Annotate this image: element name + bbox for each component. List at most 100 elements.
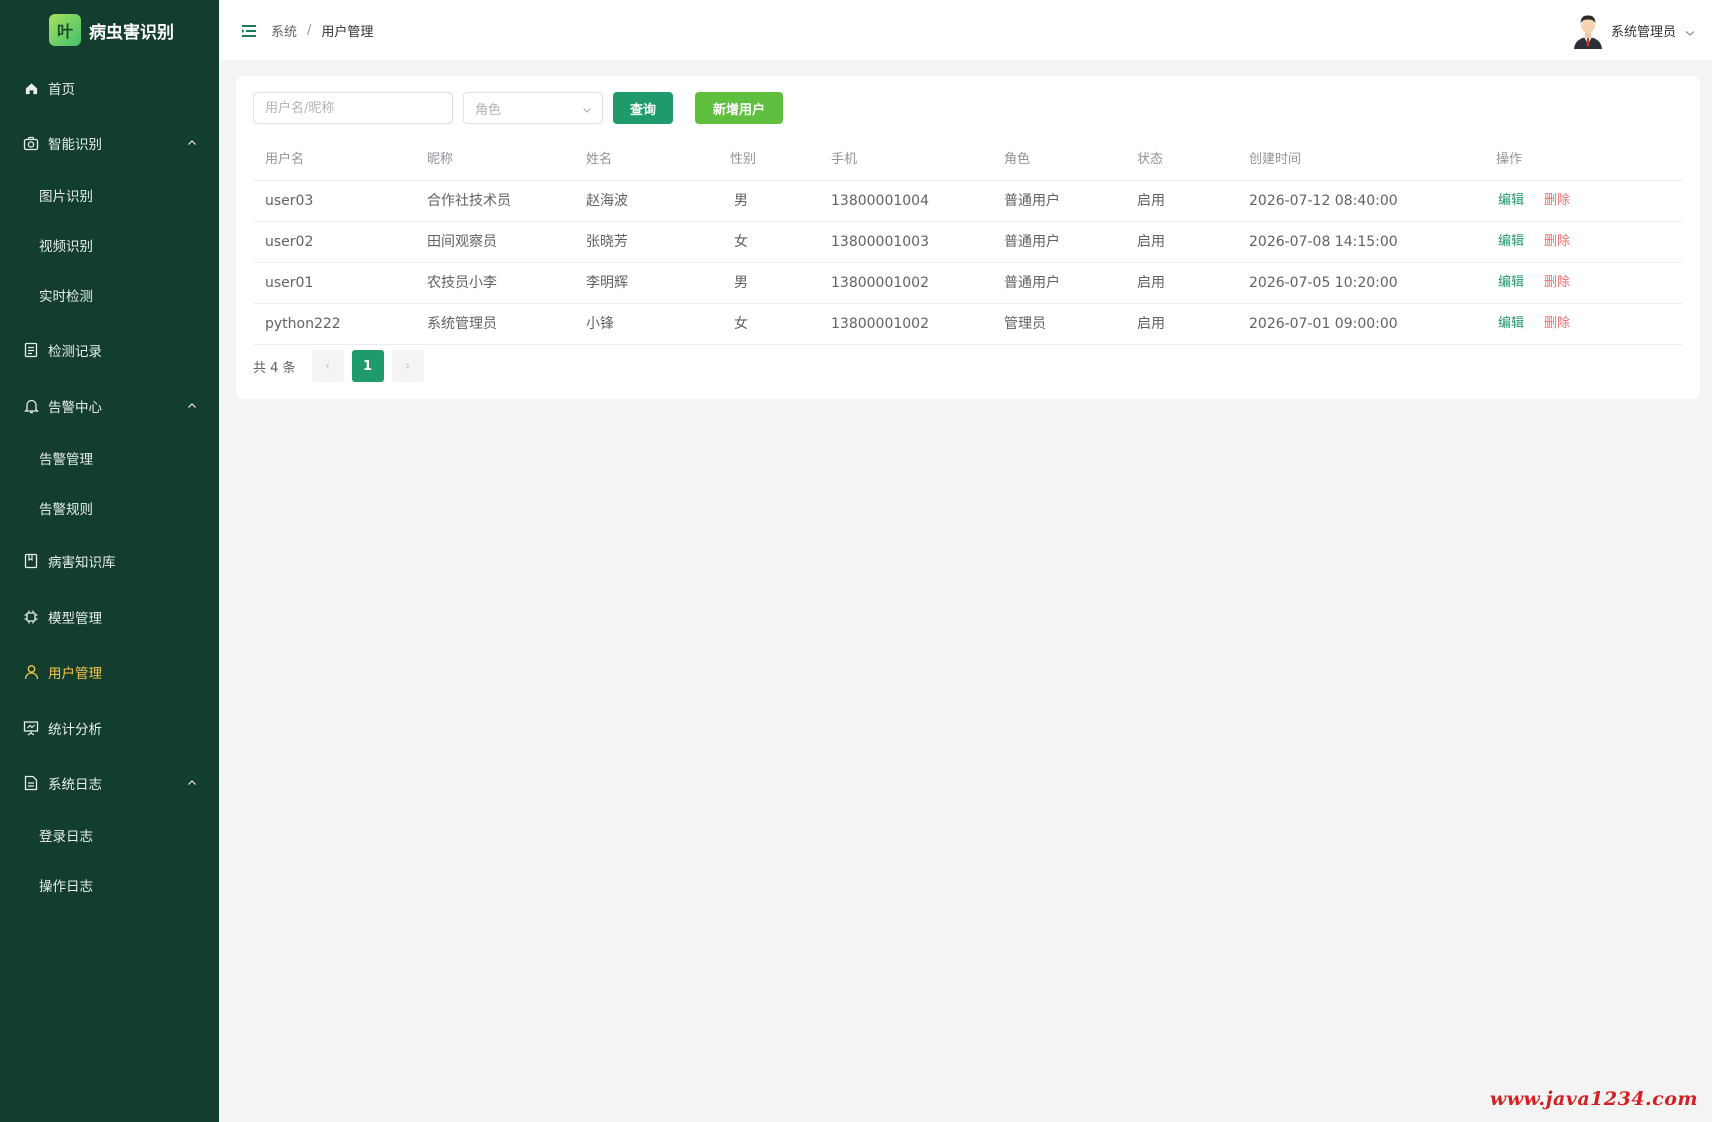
query-button[interactable]: 查询 — [613, 92, 673, 124]
sidebar-item-smart-recognition[interactable]: 智能识别 — [0, 118, 219, 168]
app-title: 病虫害识别 — [89, 22, 174, 43]
cell-status: 启用 — [1137, 275, 1165, 291]
sidebar-item-label: 模型管理 — [48, 611, 102, 627]
sidebar-item-home[interactable]: 首页 — [0, 63, 219, 113]
cell-phone: 13800001002 — [831, 275, 929, 291]
table-row: user01 农技员小李 李明辉 男 13800001002 普通用户 启用 2… — [253, 263, 1683, 304]
list-icon — [23, 342, 39, 358]
sidebar-item-label: 病害知识库 — [48, 555, 116, 571]
user-icon — [23, 664, 39, 680]
edit-button[interactable]: 编辑 — [1498, 222, 1524, 262]
sidebar-item-alert-management[interactable]: 告警管理 — [0, 433, 219, 483]
cell-username: user01 — [265, 275, 314, 291]
watermark: www.java1234.com — [1489, 1088, 1698, 1110]
cell-created-at: 2026-07-01 09:00:00 — [1249, 316, 1398, 332]
chevron-up-icon — [187, 401, 197, 411]
sidebar-item-label: 告警中心 — [48, 400, 102, 416]
cell-role: 普通用户 — [1004, 193, 1060, 209]
sidebar-item-realtime-detection[interactable]: 实时检测 — [0, 270, 219, 320]
chevron-up-icon — [187, 138, 197, 148]
sidebar-item-statistics[interactable]: 统计分析 — [0, 703, 219, 753]
sidebar-item-label: 登录日志 — [39, 829, 93, 845]
presentation-icon — [23, 720, 39, 736]
prev-page-button[interactable]: ‹ — [311, 350, 344, 382]
chevron-down-icon — [1684, 24, 1696, 36]
edit-button[interactable]: 编辑 — [1498, 181, 1524, 221]
edit-button[interactable]: 编辑 — [1498, 263, 1524, 303]
sidebar-item-label: 用户管理 — [48, 666, 102, 682]
table-row: user03 合作社技术员 赵海波 男 13800001004 普通用户 启用 … — [253, 181, 1683, 222]
cell-nickname: 田间观察员 — [427, 234, 497, 250]
cell-gender: 女 — [734, 234, 748, 250]
sidebar-item-label: 视频识别 — [39, 239, 93, 255]
menu-toggle-icon[interactable] — [241, 23, 257, 37]
sidebar-item-alert-center[interactable]: 告警中心 — [0, 381, 219, 431]
table-row: user02 田间观察员 张晓芳 女 13800001003 普通用户 启用 2… — [253, 222, 1683, 263]
column-header: 用户名 — [265, 152, 305, 167]
cell-nickname: 农技员小李 — [427, 275, 497, 291]
delete-button[interactable]: 删除 — [1544, 181, 1570, 221]
cell-username: user02 — [265, 234, 314, 250]
cell-status: 启用 — [1137, 234, 1165, 250]
sidebar: 叶 病虫害识别 首页 智能识别 图片识别 视频识别 实时检测 检测记录 告警中心… — [0, 0, 219, 1122]
cell-gender: 男 — [734, 275, 748, 291]
cell-gender: 女 — [734, 316, 748, 332]
column-header: 操作 — [1496, 152, 1523, 167]
cell-role: 管理员 — [1004, 316, 1046, 332]
breadcrumb: 系统 / 用户管理 — [271, 21, 373, 40]
column-header: 性别 — [730, 152, 757, 167]
delete-button[interactable]: 删除 — [1544, 222, 1570, 262]
next-page-button[interactable]: › — [391, 350, 424, 382]
breadcrumb-item-system[interactable]: 系统 — [271, 21, 297, 40]
bell-icon — [23, 398, 39, 414]
users-table: 用户名 昵称 姓名 性别 手机 角色 状态 创建时间 操作 user03 合作社… — [253, 140, 1683, 345]
sidebar-item-detection-records[interactable]: 检测记录 — [0, 325, 219, 375]
chevron-down-icon — [582, 104, 592, 114]
cell-username: user03 — [265, 193, 314, 209]
cell-username: python222 — [265, 316, 341, 332]
cell-nickname: 合作社技术员 — [427, 193, 511, 209]
column-header: 昵称 — [427, 152, 454, 167]
cell-phone: 13800001004 — [831, 193, 929, 209]
cell-created-at: 2026-07-08 14:15:00 — [1249, 234, 1398, 250]
role-select[interactable]: 角色 — [463, 92, 603, 124]
column-header: 手机 — [831, 152, 858, 167]
sidebar-item-label: 统计分析 — [48, 722, 102, 738]
cell-name: 小锋 — [586, 316, 614, 332]
delete-button[interactable]: 删除 — [1544, 263, 1570, 303]
page-number-button[interactable]: 1 — [351, 350, 384, 382]
sidebar-item-label: 操作日志 — [39, 879, 93, 895]
sidebar-item-label: 图片识别 — [39, 189, 93, 205]
cell-status: 启用 — [1137, 193, 1165, 209]
pagination: 共 4 条 ‹ 1 › — [253, 350, 432, 382]
top-header: 系统 / 用户管理 系统管理员 — [219, 0, 1712, 60]
cell-created-at: 2026-07-12 08:40:00 — [1249, 193, 1398, 209]
cell-role: 普通用户 — [1004, 234, 1060, 250]
sidebar-item-system-log[interactable]: 系统日志 — [0, 758, 219, 808]
cell-name: 张晓芳 — [586, 234, 628, 250]
cell-nickname: 系统管理员 — [427, 316, 497, 332]
user-menu[interactable]: 系统管理员 — [1571, 10, 1696, 50]
column-header: 姓名 — [586, 152, 613, 167]
role-select-placeholder: 角色 — [475, 102, 502, 118]
sidebar-item-image-recognition[interactable]: 图片识别 — [0, 170, 219, 220]
sidebar-item-operation-log[interactable]: 操作日志 — [0, 860, 219, 910]
edit-button[interactable]: 编辑 — [1498, 304, 1524, 344]
delete-button[interactable]: 删除 — [1544, 304, 1570, 344]
sidebar-item-model-management[interactable]: 模型管理 — [0, 592, 219, 642]
chevron-up-icon — [187, 778, 197, 788]
sidebar-item-login-log[interactable]: 登录日志 — [0, 810, 219, 860]
cell-created-at: 2026-07-05 10:20:00 — [1249, 275, 1398, 291]
home-icon — [23, 80, 39, 96]
search-input[interactable] — [253, 92, 453, 124]
sidebar-item-label: 检测记录 — [48, 344, 102, 360]
sidebar-item-alert-rules[interactable]: 告警规则 — [0, 483, 219, 533]
add-user-button[interactable]: 新增用户 — [695, 92, 783, 124]
sidebar-item-disease-knowledge[interactable]: 病害知识库 — [0, 536, 219, 586]
column-header: 创建时间 — [1249, 152, 1302, 167]
user-management-card: 角色 查询 新增用户 用户名 昵称 姓名 性别 手机 角色 状态 创建时间 操作… — [236, 76, 1700, 399]
sidebar-item-user-management[interactable]: 用户管理 — [0, 647, 219, 697]
camera-icon — [23, 135, 39, 151]
sidebar-item-video-recognition[interactable]: 视频识别 — [0, 220, 219, 270]
app-logo[interactable]: 叶 病虫害识别 — [49, 14, 174, 46]
